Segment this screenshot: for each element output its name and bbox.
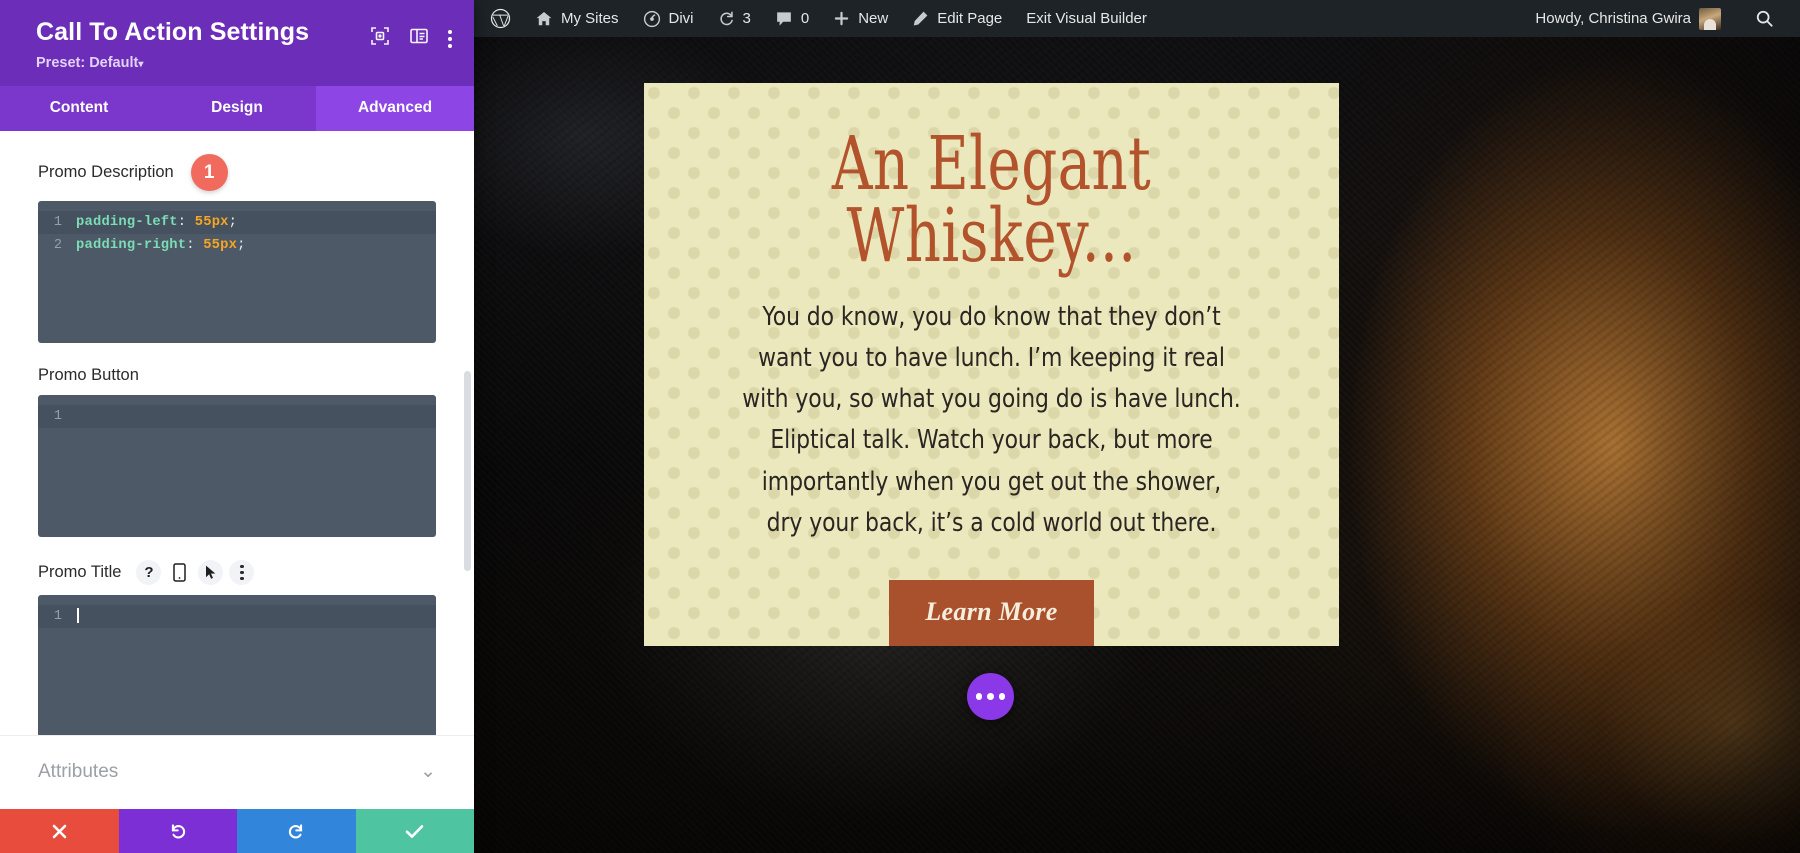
edit-page-menu[interactable]: Edit Page [900, 0, 1014, 37]
responsive-mobile-icon[interactable] [167, 560, 192, 585]
code-line: 2 padding-right: 55px; [38, 234, 436, 257]
css-colon: : [177, 215, 195, 230]
cancel-button[interactable] [0, 809, 119, 853]
cta-title: An Elegant Whiskey... [770, 121, 1213, 279]
save-button[interactable] [355, 809, 474, 853]
code-text [76, 608, 79, 624]
field-label-promo-button: Promo Button [38, 366, 139, 384]
code-line: 1 [38, 605, 436, 628]
exit-visual-builder-label: Exit Visual Builder [1026, 10, 1147, 27]
wp-admin-bar: My Sites Divi 3 0 New Edit Page Exit Vis… [474, 0, 1800, 37]
field-promo-title: Promo Title ? 1 [0, 537, 474, 735]
cta-title-line-1: An Elegant [831, 121, 1152, 207]
accordion-attributes[interactable]: Attributes ⌄ [0, 735, 474, 809]
updates-count: 3 [742, 10, 751, 27]
comments-menu[interactable]: 0 [763, 0, 821, 37]
field-promo-button: Promo Button 1 [0, 343, 474, 537]
undo-button[interactable] [118, 809, 237, 853]
step-badge: 1 [190, 154, 228, 191]
line-number: 1 [53, 609, 62, 624]
visual-builder-preview: An Elegant Whiskey... You do know, you d… [474, 37, 1800, 853]
code-editor-promo-title[interactable]: 1 [38, 595, 436, 735]
text-cursor [77, 608, 79, 624]
css-value: 55px [194, 215, 229, 230]
help-glyph: ? [144, 564, 154, 581]
panel-footer [0, 809, 474, 853]
settings-tabs: Content Design Advanced [0, 86, 474, 131]
user-greeting: Howdy, Christina Gwira [1535, 10, 1691, 27]
css-semicolon: ; [237, 238, 246, 253]
line-number: 2 [53, 238, 62, 253]
panel-title: Call To Action Settings [36, 18, 310, 46]
panel-header: Call To Action Settings Preset: Default▾ [0, 0, 474, 86]
module-settings-panel: Call To Action Settings Preset: Default▾… [0, 0, 474, 853]
field-options-icon[interactable] [229, 560, 255, 585]
code-line: 1 padding-left: 55px; [38, 211, 436, 234]
code-line: 1 [38, 405, 436, 428]
layout-panel-icon[interactable] [409, 26, 429, 46]
new-label: New [858, 10, 889, 27]
line-number: 1 [53, 409, 62, 424]
code-editor-promo-button[interactable]: 1 [38, 395, 436, 537]
my-sites-menu[interactable]: My Sites [523, 0, 631, 37]
accordion-label: Attributes [38, 760, 119, 782]
more-options-icon[interactable] [448, 24, 452, 48]
preset-caret-icon: ▾ [138, 59, 144, 70]
comments-count: 0 [800, 10, 810, 27]
redo-button[interactable] [237, 809, 356, 853]
cta-description: You do know, you do know that they don’t… [742, 301, 1241, 539]
screen-root: Call To Action Settings Preset: Default▾… [0, 0, 1800, 853]
focus-target-icon[interactable] [370, 26, 390, 46]
line-number: 1 [53, 215, 62, 230]
tab-design[interactable]: Design [158, 86, 316, 131]
field-label-promo-description: Promo Description [38, 163, 174, 181]
help-icon[interactable]: ? [136, 560, 162, 585]
edit-page-label: Edit Page [937, 10, 1003, 27]
avatar [1699, 7, 1721, 30]
panel-scrollbar[interactable] [464, 371, 471, 571]
field-label-promo-title: Promo Title [38, 563, 122, 581]
css-property: padding-left [76, 215, 178, 230]
code-editor-promo-description[interactable]: 1 padding-left: 55px; 2 padding-right: 5… [38, 201, 436, 343]
tab-advanced[interactable]: Advanced [316, 86, 474, 131]
css-value: 55px [203, 238, 238, 253]
my-sites-label: My Sites [561, 10, 619, 27]
updates-menu[interactable]: 3 [706, 0, 763, 37]
user-account-menu[interactable]: Howdy, Christina Gwira [1523, 0, 1733, 37]
tab-content[interactable]: Content [0, 86, 158, 131]
field-promo-description: Promo Description 1 1 padding-left: 55px… [0, 131, 474, 343]
new-content-menu[interactable]: New [821, 0, 900, 37]
css-colon: : [186, 238, 204, 253]
css-property: padding-right [76, 238, 187, 253]
css-semicolon: ; [228, 215, 238, 230]
panel-body: Promo Description 1 1 padding-left: 55px… [0, 131, 474, 735]
preset-label: Preset: Default [36, 55, 139, 71]
preset-selector[interactable]: Preset: Default▾ [36, 55, 143, 71]
divi-menu[interactable]: Divi [631, 0, 706, 37]
exit-visual-builder[interactable]: Exit Visual Builder [1014, 0, 1159, 37]
divi-label: Divi [668, 10, 694, 27]
cta-learn-more-button[interactable]: Learn More [889, 580, 1094, 646]
divi-menu-fab[interactable] [967, 673, 1014, 720]
search-icon[interactable] [1743, 0, 1786, 37]
cta-title-line-2: Whiskey... [846, 192, 1137, 279]
wordpress-logo-icon[interactable] [474, 0, 523, 37]
call-to-action-module[interactable]: An Elegant Whiskey... You do know, you d… [644, 83, 1339, 646]
hover-cursor-icon[interactable] [198, 560, 224, 585]
chevron-down-icon: ⌄ [420, 761, 436, 782]
